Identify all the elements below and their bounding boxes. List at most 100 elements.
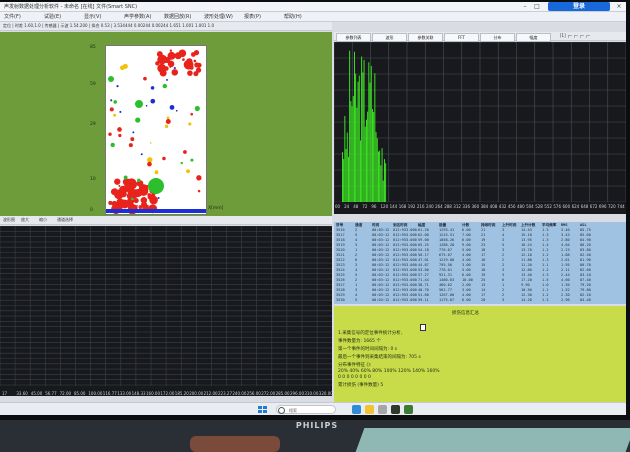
menu-item[interactable]: 文件(F) — [4, 13, 21, 20]
table-cell: 21 — [481, 233, 486, 237]
table-cell: 20 — [481, 298, 486, 302]
table-cell: 11.80 — [521, 258, 532, 262]
scatter-y-tick: 85 — [90, 45, 96, 50]
table-cell: 012:953.000 — [393, 293, 417, 297]
table-cell: 3 — [502, 268, 505, 272]
file-explorer-icon[interactable] — [365, 405, 374, 414]
windows-start-icon[interactable] — [258, 406, 267, 414]
hist-x-tick: 168 — [398, 204, 407, 209]
close-button[interactable]: × — [614, 2, 624, 11]
table-cell: 50.17 — [418, 253, 429, 257]
menu-item[interactable]: 试验(E) — [44, 13, 61, 20]
table-cell: 17 — [481, 293, 486, 297]
table-cell: 4.60 — [561, 278, 570, 282]
table-cell: 2.23 — [561, 248, 570, 252]
hist-x-tick: 600 — [562, 204, 571, 209]
event-point — [149, 142, 152, 144]
scatter-y-tick: 10 — [90, 177, 96, 182]
hist-x-tick: 720 — [608, 204, 616, 209]
tab-5[interactable]: 幅度 — [516, 33, 551, 42]
table-cell: 3 — [355, 243, 358, 247]
table-cell: 6.00 — [462, 238, 471, 242]
hist-bar — [355, 73, 357, 202]
event-point — [194, 105, 200, 112]
table-cell: 3527 — [336, 283, 345, 287]
app-icon-2[interactable] — [391, 405, 400, 414]
event-point — [165, 119, 171, 124]
hist-bar — [349, 50, 351, 203]
table-cell: 00:03:12 — [372, 228, 390, 232]
event-point — [178, 49, 187, 58]
table-cell: 012:953.000 — [393, 228, 417, 232]
table-cell: 3519 — [336, 243, 345, 247]
table-cell: 4.00 — [462, 293, 471, 297]
menu-item[interactable]: 显示(V) — [84, 13, 101, 20]
tab-4[interactable]: 分布 — [480, 33, 515, 42]
hist-bar — [376, 138, 378, 202]
monitor-brand-logo: PHILIPS — [295, 421, 339, 430]
scatter-plot-area — [105, 45, 207, 215]
event-point — [135, 117, 141, 123]
table-cell: 1.3 — [542, 228, 549, 232]
edge-browser-icon[interactable] — [352, 405, 361, 414]
table-cell: 81.90 — [580, 258, 591, 262]
table-cell: 012:953.000 — [393, 288, 417, 292]
table-cell: 1058.26 — [439, 238, 455, 242]
hist-bar — [379, 150, 381, 202]
bottom-toolbar-item[interactable]: 缩小 — [39, 216, 47, 224]
event-point — [175, 109, 178, 112]
table-cell: 12.10 — [521, 253, 532, 257]
event-point — [150, 86, 155, 90]
hist-x-tick: 96 — [371, 204, 377, 209]
event-point — [183, 150, 187, 154]
event-point — [136, 204, 138, 207]
menu-item[interactable]: 声学参数(A) — [124, 13, 151, 20]
maximize-button[interactable]: □ — [532, 2, 542, 11]
bottom-toolbar-item[interactable]: 通道选择 — [57, 216, 73, 224]
table-header[interactable]: ASL — [580, 223, 587, 227]
table-cell: 012:953.000 — [393, 243, 417, 247]
wave-axis-tick: 240.00 — [232, 391, 247, 396]
app-icon-1[interactable] — [378, 405, 387, 414]
hist-x-tick: 576 — [553, 204, 562, 209]
bottom-toolbar-item[interactable]: 放大 — [21, 216, 29, 224]
event-point — [141, 201, 148, 208]
table-cell: 2.30 — [561, 293, 570, 297]
event-point — [193, 59, 197, 63]
event-point — [190, 158, 194, 162]
menu-item[interactable]: 数据回放(R) — [164, 13, 191, 20]
event-point — [157, 197, 160, 200]
tab-3[interactable]: FFT — [444, 33, 479, 42]
event-point — [169, 49, 173, 52]
menu-item[interactable]: 报表(P) — [244, 13, 261, 20]
minimize-button[interactable]: – — [520, 2, 530, 11]
table-cell: 65.25 — [418, 243, 429, 247]
tab-1[interactable]: 波形 — [372, 33, 407, 42]
event-point — [190, 112, 194, 116]
table-cell: 2.00 — [462, 283, 471, 287]
bottom-toolbar-item[interactable]: 波形图 — [3, 216, 15, 224]
event-point — [162, 156, 166, 161]
event-point — [147, 161, 152, 167]
table-cell: 2 — [502, 263, 505, 267]
app-icon-3[interactable] — [404, 405, 413, 414]
wave-axis-tick: 17 — [2, 391, 8, 396]
login-button[interactable]: 登录 — [548, 2, 610, 11]
event-point — [166, 78, 168, 81]
menu-item[interactable]: 帮助(H) — [284, 13, 302, 20]
table-cell: 11.20 — [521, 263, 532, 267]
table-cell: 2.80 — [561, 238, 570, 242]
taskbar-search-input[interactable]: 搜索 — [276, 405, 336, 414]
table-cell: 1293.41 — [439, 228, 455, 232]
scatter-y-tick: 0 — [90, 208, 93, 213]
table-cell: 3.40 — [561, 228, 570, 232]
hist-x-tick: 336 — [462, 204, 471, 209]
tab-2[interactable]: 参数关联 — [408, 33, 443, 42]
table-cell: 6.00 — [462, 298, 471, 302]
table-cell: 79.20 — [580, 283, 591, 287]
event-point-large — [108, 76, 114, 82]
table-cell: 1480.63 — [439, 278, 455, 282]
table-header[interactable]: RMS — [561, 223, 568, 227]
menu-item[interactable]: 波形处理(W) — [204, 13, 233, 20]
tab-0[interactable]: 参数列表 — [336, 33, 371, 42]
